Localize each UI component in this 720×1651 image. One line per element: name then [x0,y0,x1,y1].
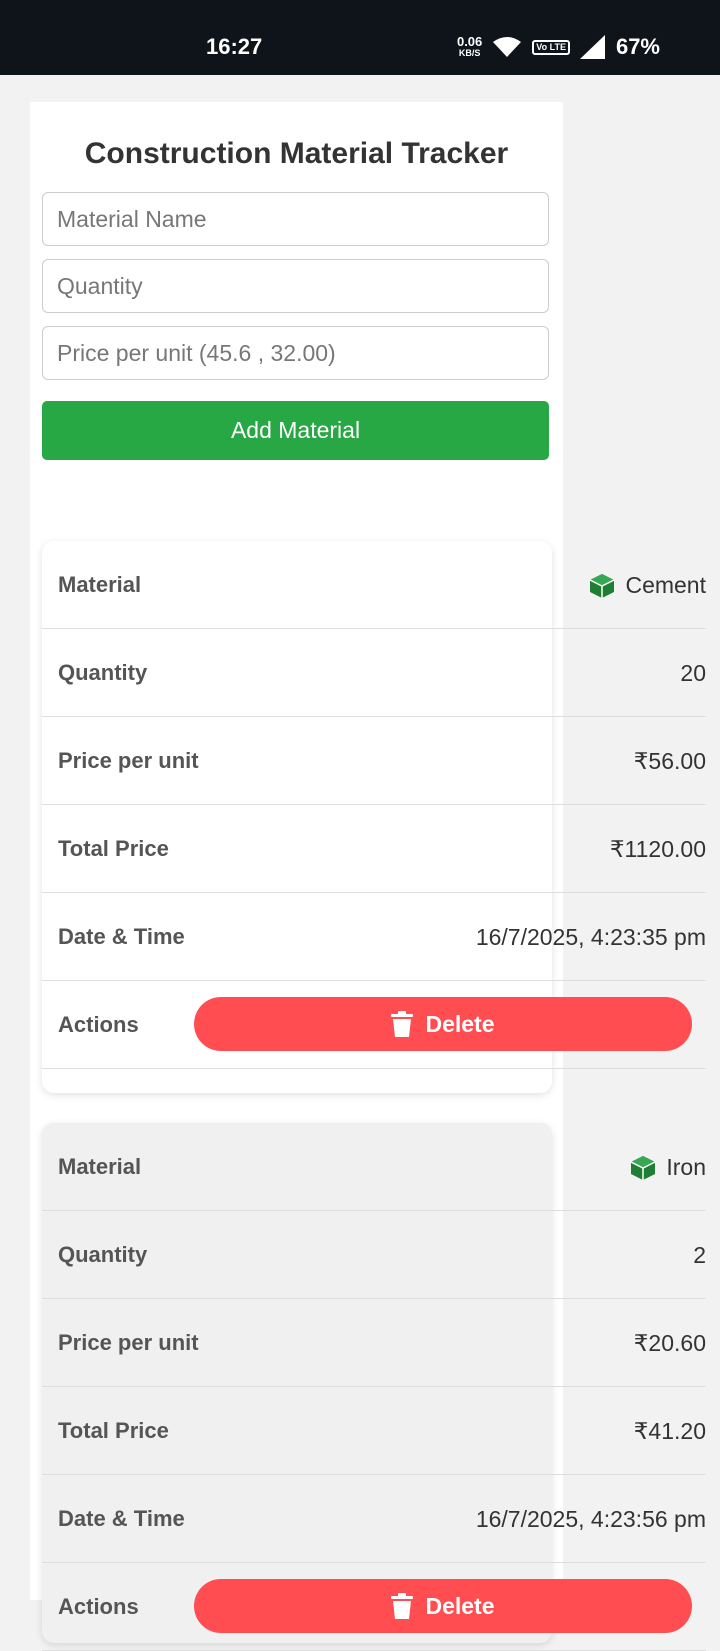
quantity-row: Quantity 20 [42,629,706,717]
datetime-row: Date & Time 16/7/2025, 4:23:56 pm [42,1475,706,1563]
material-row: Material Cement [42,541,706,629]
trash-icon [391,1011,414,1037]
status-bar: 16:27 0.06 KB/S Vo LTE 67% [0,0,720,75]
delete-button[interactable]: Delete [194,997,692,1051]
delete-label: Delete [425,1592,495,1619]
quantity-input[interactable] [42,259,549,313]
datetime-value: 16/7/2025, 4:23:56 pm [475,1506,706,1532]
price-label: Price per unit [58,748,199,773]
total-row: Total Price ₹41.20 [42,1387,706,1475]
battery-percent: 67% [615,34,660,59]
price-label: Price per unit [58,1330,199,1355]
status-time: 16:27 [206,34,263,59]
page-title: Construction Material Tracker [84,137,509,170]
material-value: Iron [630,1154,706,1181]
actions-row: Actions Delete [42,1563,706,1651]
total-value: ₹41.20 [633,1418,706,1444]
net-speed-unit: KB/S [458,48,481,58]
material-card: Material Iron Quantity 2 Price per unit … [42,1123,706,1651]
quantity-value: 20 [680,660,706,686]
total-row: Total Price ₹1120.00 [42,805,706,893]
net-speed: 0.06 KB/S [456,34,483,58]
material-row: Material Iron [42,1123,706,1211]
price-row: Price per unit ₹20.60 [42,1299,706,1387]
material-form: Construction Material Tracker Add Materi… [30,102,563,487]
cube-icon [631,1155,656,1180]
net-speed-value: 0.06 [456,34,483,49]
delete-label: Delete [425,1010,495,1037]
material-value: Cement [589,572,706,599]
datetime-value: 16/7/2025, 4:23:35 pm [475,924,706,950]
material-label: Material [58,1154,142,1179]
total-label: Total Price [58,836,169,861]
quantity-label: Quantity [58,660,148,685]
signal-icon [579,35,605,59]
price-value: ₹20.60 [633,1330,706,1356]
datetime-row: Date & Time 16/7/2025, 4:23:35 pm [42,893,706,981]
actions-row: Actions Delete [42,981,706,1069]
add-material-button[interactable]: Add Material [42,401,549,460]
total-value: ₹1120.00 [609,836,706,862]
wifi-icon [493,37,522,57]
trash-icon [391,1593,414,1619]
delete-button[interactable]: Delete [194,1579,692,1633]
price-input[interactable] [42,326,549,380]
price-row: Price per unit ₹56.00 [42,717,706,805]
material-label: Material [58,572,142,597]
material-name: Cement [625,572,706,598]
actions-label: Actions [58,1594,139,1619]
status-icons: 0.06 KB/S Vo LTE 67% [457,34,660,60]
material-name: Iron [666,1154,706,1180]
material-card: Material Cement Quantity 20 Price per un… [42,541,706,1093]
quantity-label: Quantity [58,1242,148,1267]
quantity-row: Quantity 2 [42,1211,706,1299]
price-value: ₹56.00 [633,748,706,774]
cube-icon [590,573,615,598]
datetime-label: Date & Time [58,924,185,949]
volte-icon: Vo LTE [532,39,570,55]
datetime-label: Date & Time [58,1506,185,1531]
total-label: Total Price [58,1418,169,1443]
material-name-input[interactable] [42,192,549,246]
quantity-value: 2 [693,1242,706,1268]
actions-label: Actions [58,1012,139,1037]
